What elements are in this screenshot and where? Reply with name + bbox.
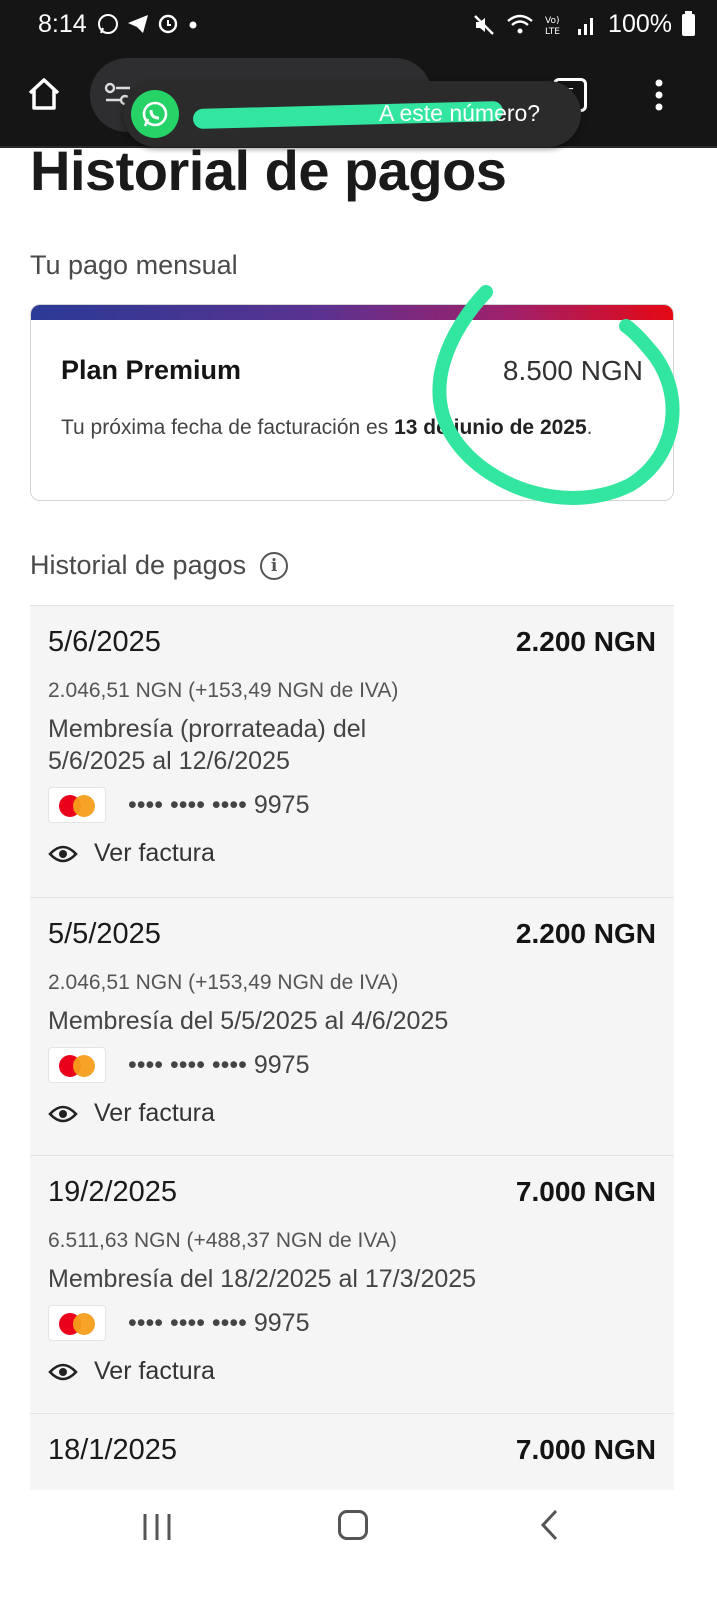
payment-card: •••• •••• •••• 9975 (48, 787, 656, 823)
wifi-icon (507, 14, 533, 33)
telegram-icon (128, 15, 148, 33)
status-right: Vo) LTE 100% (472, 10, 695, 39)
mastercard-icon (48, 1047, 106, 1083)
card-number: •••• •••• •••• 9975 (128, 790, 310, 819)
payment-tax: 2.046,51 NGN (+153,49 NGN de IVA) (48, 679, 399, 702)
payment-item: 18/1/2025 7.000 NGN (30, 1413, 674, 1493)
notification-icons (96, 12, 200, 36)
plan-name: Plan Premium (61, 355, 242, 385)
svg-text:LTE: LTE (545, 27, 560, 37)
payment-amount: 7.000 NGN (515, 1176, 656, 1207)
page-title: Historial de pagos (30, 139, 507, 202)
popup-text: A este número? (379, 100, 541, 126)
view-invoice-link[interactable]: Ver factura (48, 1357, 656, 1386)
history-label-text: Historial de pagos (30, 550, 247, 580)
sync-icon (158, 14, 178, 34)
payment-card: •••• •••• •••• 9975 (48, 1305, 656, 1341)
volte-icon: Vo)LTE (545, 16, 560, 37)
back-icon[interactable] (538, 1508, 562, 1542)
view-invoice-label: Ver factura (94, 1099, 215, 1127)
mastercard-icon (48, 1305, 106, 1341)
payment-item: 5/5/2025 2.200 NGN 2.046,51 NGN (+153,49… (30, 897, 674, 1155)
payment-amount: 2.200 NGN (515, 918, 656, 949)
view-invoice-label: Ver factura (94, 839, 215, 867)
payment-tax: 6.511,63 NGN (+488,37 NGN de IVA) (48, 1229, 397, 1252)
status-time: 8:14 (38, 10, 87, 38)
battery-icon (682, 10, 695, 36)
history-label: Historial de pagos i (30, 550, 289, 581)
monthly-payment-label: Tu pago mensual (30, 250, 238, 280)
signal-icon (578, 17, 594, 35)
payment-item: 5/6/2025 2.200 NGN 2.046,51 NGN (+153,49… (30, 605, 674, 897)
system-nav-bar (0, 1490, 717, 1600)
more-menu-icon[interactable] (652, 78, 666, 114)
next-billing-prefix: Tu próxima fecha de facturación es (61, 416, 389, 439)
payment-item: 19/2/2025 7.000 NGN 6.511,63 NGN (+488,3… (30, 1155, 674, 1413)
payment-description: Membresía del 18/2/2025 al 17/3/2025 (48, 1265, 477, 1293)
home-icon[interactable] (26, 76, 62, 112)
payment-list: 5/6/2025 2.200 NGN 2.046,51 NGN (+153,49… (30, 605, 674, 1493)
mute-icon (474, 14, 494, 35)
eye-icon (48, 1105, 78, 1122)
nav-home-icon[interactable] (338, 1510, 368, 1540)
svg-text:Vo): Vo) (545, 16, 559, 26)
payment-description: Membresía del 5/5/2025 al 4/6/2025 (48, 1007, 449, 1035)
mastercard-icon (48, 787, 106, 823)
payment-card: •••• •••• •••• 9975 (48, 1047, 656, 1083)
whatsapp-icon (131, 90, 179, 138)
green-circle-annotation (432, 285, 680, 505)
info-icon[interactable]: i (260, 551, 289, 580)
eye-icon (48, 1363, 78, 1380)
card-number: •••• •••• •••• 9975 (128, 1050, 310, 1079)
eye-icon (48, 845, 78, 862)
recent-apps-icon[interactable] (142, 1512, 172, 1542)
view-invoice-label: Ver factura (94, 1357, 215, 1385)
card-number: •••• •••• •••• 9975 (128, 1308, 310, 1337)
payment-amount: 2.200 NGN (515, 626, 656, 657)
status-bar: 8:14 Vo) LTE 100% (0, 0, 717, 48)
battery-percent: 100% (608, 10, 672, 38)
dot-icon (189, 21, 197, 29)
view-invoice-link[interactable]: Ver factura (48, 839, 656, 868)
payment-description: Membresía (prorrateada) del 5/6/2025 al … (48, 715, 367, 775)
view-invoice-link[interactable]: Ver factura (48, 1099, 656, 1128)
whatsapp-icon (98, 14, 118, 34)
payment-tax: 2.046,51 NGN (+153,49 NGN de IVA) (48, 971, 399, 994)
payment-amount: 7.000 NGN (515, 1434, 656, 1465)
